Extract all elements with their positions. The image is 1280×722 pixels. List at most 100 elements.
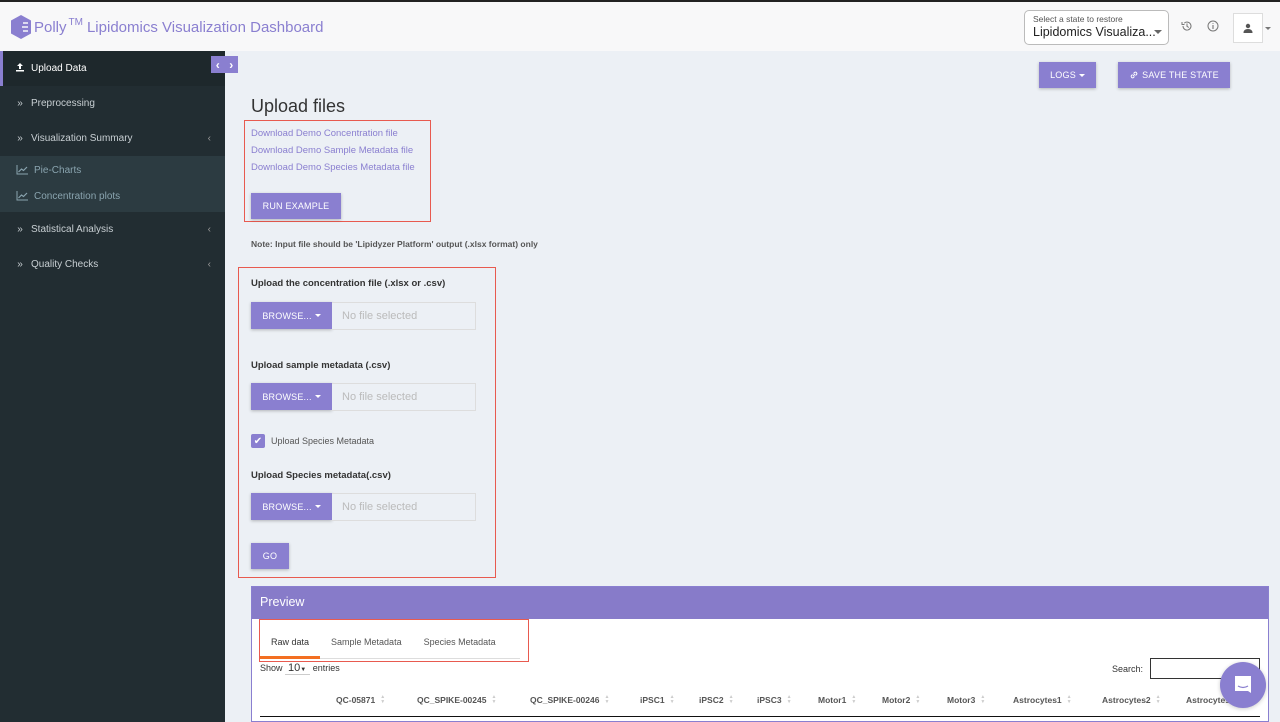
sidebar-item-concentration-plots[interactable]: Concentration plots [0,183,225,209]
column-header-label: iPSC1 [640,695,665,705]
sidebar-item-quality-checks[interactable]: » Quality Checks ‹ [0,247,225,282]
chevron-left-icon: ‹ [207,133,211,144]
species-metadata-checkbox-label[interactable]: Upload Species Metadata [271,436,374,446]
column-header-label: QC_SPIKE-00246 [530,695,600,705]
chat-icon [1235,676,1251,693]
browse-label: BROWSE... [262,501,312,512]
entries-length-control: Show 10▼ entries [260,662,340,675]
sidebar-item-label: Concentration plots [34,190,121,202]
table-header-row: QC-05871 ▲ ▼ QC_SPIKE-00245 ▲ ▼ QC_SPIKE-00246… [260,692,1260,717]
download-demo-concentration-link[interactable]: Download Demo Concentration file [251,128,398,139]
sidebar-item-label: Statistical Analysis [31,224,114,235]
state-select-value: Lipidomics Visualiza... [1033,25,1156,39]
sidebar-item-preprocessing[interactable]: » Preprocessing [0,86,225,121]
column-header[interactable]: Motor1 ▲ ▼ [818,694,857,706]
column-header[interactable]: QC_SPIKE-00245 ▲ ▼ [417,695,496,706]
browse-sample-metadata-button[interactable]: BROWSE... [251,383,332,410]
column-header[interactable]: Motor2 ▲ ▼ [882,694,921,706]
caret-down-icon: ▼ [300,667,307,673]
sort-icon: ▲▼ [1066,694,1072,705]
sidebar-item-statistical-analysis[interactable]: » Statistical Analysis ‹ [0,212,225,247]
caret-down-icon[interactable] [1265,27,1271,30]
tab-species-metadata[interactable]: Species Metadata [413,629,507,659]
caret-down-icon [1078,73,1085,77]
sample-metadata-file-input[interactable]: No file selected [332,383,476,411]
chat-widget-button[interactable] [1220,662,1266,708]
chevron-left-icon: ‹ [207,224,211,235]
preview-title: Preview [252,587,1268,619]
double-chevron-icon: » [17,98,23,109]
column-header-label: Astrocytes1 [1013,695,1062,705]
upload-icon [14,62,26,75]
entries-select[interactable]: 10▼ [285,662,311,675]
brand[interactable]: Polly TM Lipidomics Visualization Dashbo… [10,14,324,40]
logs-button[interactable]: LOGS [1039,62,1096,88]
user-icon [1243,23,1253,33]
column-header[interactable]: iPSC2 ▲ ▼ [699,694,734,706]
sidebar-item-label: Quality Checks [31,259,99,270]
column-header[interactable]: QC-05871 ▲ ▼ [336,694,386,706]
chevron-left-icon: ‹ [215,57,220,72]
double-chevron-icon: » [17,224,23,235]
tab-sample-metadata[interactable]: Sample Metadata [320,629,413,659]
state-select-label: Select a state to restore [1033,14,1123,24]
run-example-button[interactable]: RUN EXAMPLE [251,193,341,219]
column-header[interactable]: iPSC1 ▲ ▼ [640,694,675,706]
sidebar-item-visualization-summary[interactable]: » Visualization Summary ‹ [0,121,225,156]
browse-label: BROWSE... [262,391,312,402]
sort-icon: ▲▼ [669,694,675,705]
line-chart-icon [16,165,28,175]
concentration-upload-label: Upload the concentration file (.xlsx or … [251,278,446,289]
column-header[interactable]: Astrocytes2 ▲ ▼ [1102,694,1161,706]
double-chevron-icon: » [17,259,23,270]
history-icon[interactable] [1180,19,1194,33]
sidebar-item-pie-charts[interactable]: Pie-Charts [0,157,225,183]
download-demo-species-metadata-link[interactable]: Download Demo Species Metadata file [251,162,415,173]
state-restore-select[interactable]: Select a state to restore Lipidomics Vis… [1024,10,1169,45]
column-header-label: iPSC3 [757,695,782,705]
go-button[interactable]: GO [251,543,289,569]
app-title: Lipidomics Visualization Dashboard [86,18,324,36]
sidebar-item-label: Pie-Charts [34,164,82,176]
sort-icon: ▲▼ [915,694,921,705]
caret-down-icon [314,505,321,508]
sidebar: Upload Data » Preprocessing » Visualizat… [0,51,225,722]
top-header: Polly TM Lipidomics Visualization Dashbo… [0,0,1280,51]
browse-label: BROWSE... [262,310,312,321]
download-demo-sample-metadata-link[interactable]: Download Demo Sample Metadata file [251,145,413,156]
browse-concentration-button[interactable]: BROWSE... [251,302,332,329]
search-label: Search: [1112,664,1144,674]
save-state-button[interactable]: SAVE THE STATE [1118,62,1230,88]
species-metadata-file-input[interactable]: No file selected [332,493,476,521]
column-header[interactable]: iPSC3 ▲ ▼ [757,695,792,706]
user-menu-button[interactable] [1233,13,1263,43]
info-icon[interactable] [1206,19,1220,33]
sort-icon: ▲▼ [728,694,734,705]
sidebar-item-upload-data[interactable]: Upload Data [0,51,225,86]
chevron-right-icon: › [229,57,234,72]
sidebar-toggle-button[interactable]: ‹ › [211,56,238,73]
sidebar-item-label: Visualization Summary [31,133,133,144]
column-header[interactable]: Astrocytes1 ▲ ▼ [1013,694,1072,706]
go-label: GO [262,551,278,561]
column-header[interactable]: QC_SPIKE-00246 ▲ ▼ [530,695,609,706]
logs-label: LOGS [1050,70,1076,80]
concentration-file-input[interactable]: No file selected [332,302,476,330]
column-header-label: Motor2 [882,695,911,705]
run-example-label: RUN EXAMPLE [262,201,330,211]
browse-species-metadata-button[interactable]: BROWSE... [251,493,332,520]
caret-down-icon [314,395,321,398]
species-metadata-checkbox[interactable]: ✔ [251,434,265,448]
column-header[interactable]: Motor3 ▲ ▼ [947,695,985,706]
sidebar-submenu: Pie-Charts Concentration plots [0,156,225,212]
column-header-label: iPSC2 [699,695,724,705]
sort-icon: ▲▼ [380,694,386,705]
sort-icon: ▲▼ [851,694,857,705]
chevron-left-icon: ‹ [207,259,211,270]
species-metadata-upload-label: Upload Species metadata(.csv) [251,470,391,481]
entries-label: entries [312,663,340,673]
tab-raw-data[interactable]: Raw data [260,629,321,659]
column-header-label: Motor3 [947,695,976,705]
sort-icon: ▲▼ [1155,694,1161,705]
sidebar-item-label: Upload Data [31,63,87,74]
